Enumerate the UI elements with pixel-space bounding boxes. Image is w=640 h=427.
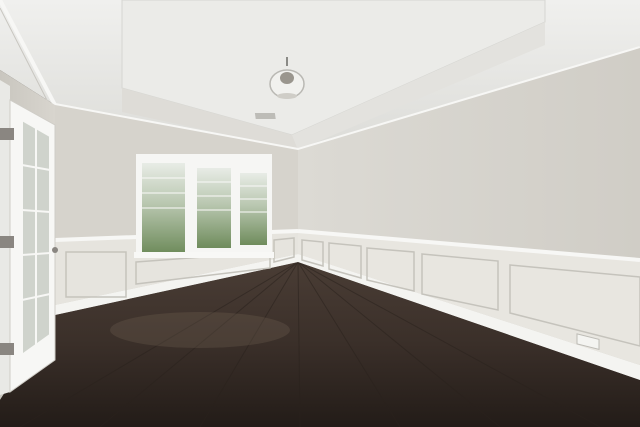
door-handle-icon[interactable] (52, 247, 58, 253)
air-vent (254, 113, 276, 119)
window-pane-right (240, 173, 267, 245)
room-illustration (0, 0, 640, 427)
door-hinge-icon (0, 128, 14, 140)
french-door[interactable] (0, 80, 58, 395)
door-hinge-icon (0, 343, 14, 355)
window-pane-center (197, 168, 231, 248)
triple-window (134, 154, 274, 258)
door-hinge-icon (0, 236, 14, 248)
room-photo (0, 0, 640, 427)
